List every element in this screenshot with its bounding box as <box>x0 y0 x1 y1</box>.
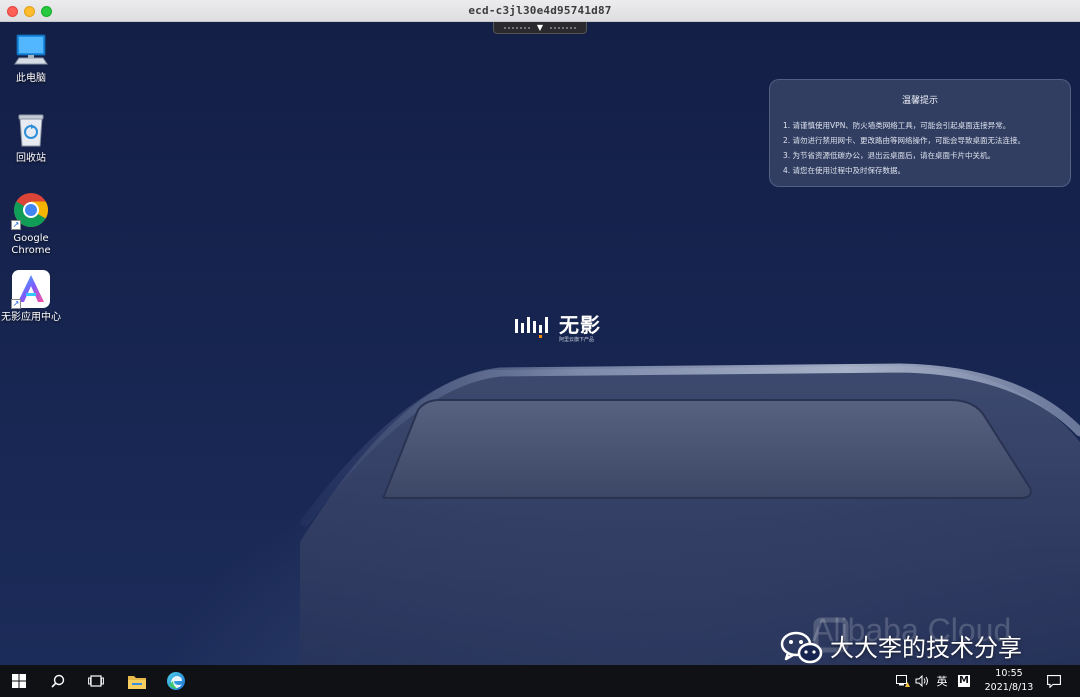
grip-dots-icon <box>549 25 578 30</box>
desktop-icon-label: Google Chrome <box>11 233 51 256</box>
edge-icon <box>167 672 185 690</box>
shortcut-arrow-icon: ↗ <box>11 220 21 230</box>
desktop-icon-label: 此电脑 <box>16 73 46 84</box>
logo-name: 无影 <box>559 313 601 337</box>
search-icon <box>51 674 65 688</box>
action-center-button[interactable] <box>1042 665 1066 697</box>
network-tray-button[interactable] <box>895 665 911 697</box>
computer-icon <box>11 30 51 70</box>
chrome-icon: ↗ <box>11 190 51 230</box>
ime-mode-button[interactable]: M <box>955 665 973 697</box>
wuying-app-center-icon: ↗ <box>11 269 51 309</box>
volume-tray-button[interactable] <box>913 665 931 697</box>
windows-start-icon <box>12 674 26 688</box>
wuying-logo: 无影 阿里云旗下产品 <box>513 313 613 345</box>
shortcut-arrow-icon: ↗ <box>11 299 21 309</box>
taskbar-search-button[interactable] <box>39 665 77 697</box>
network-warning-icon <box>896 675 910 687</box>
ime-language-button[interactable]: 英 <box>932 665 952 697</box>
window-title: ecd-c3jl30e4d95741d87 <box>468 4 612 17</box>
remote-desktop-window: ecd-c3jl30e4d95741d87 Alibaba Cloud ▼ 此电… <box>0 0 1080 697</box>
taskbar-clock[interactable]: 10:55 2021/8/13 <box>978 667 1040 695</box>
desktop-icon-recycle-bin[interactable]: 回收站 <box>0 110 62 165</box>
desktop-icon-label: 回收站 <box>16 153 46 164</box>
file-explorer-icon <box>128 675 146 689</box>
taskbar-file-explorer[interactable] <box>118 665 156 697</box>
desktop-icon-google-chrome[interactable]: ↗ Google Chrome <box>0 190 62 257</box>
desktop-icon-wuying-app-center[interactable]: ↗ 无影应用中心 <box>0 269 62 324</box>
window-titlebar[interactable]: ecd-c3jl30e4d95741d87 <box>0 0 1080 22</box>
speaker-icon <box>915 675 928 687</box>
task-view-icon <box>88 675 104 687</box>
logo-subtitle: 阿里云旗下产品 <box>559 337 595 343</box>
tips-list: 1. 请谨慎使用VPN、防火墙类网络工具，可能会引起桌面连接异常。 2. 请勿进… <box>783 118 1025 178</box>
ime-mode-label: M <box>958 675 970 687</box>
tip-item: 3. 为节省资源低碳办公，退出云桌面后，请在桌面卡片中关机。 <box>783 151 996 160</box>
remote-desktop[interactable]: Alibaba Cloud ▼ 此电脑 回收站 ↗ Google Chrome … <box>0 22 1080 665</box>
taskbar-edge[interactable] <box>157 665 195 697</box>
desktop-icon-label: 无影应用中心 <box>1 312 61 323</box>
recycle-bin-icon <box>11 110 51 150</box>
grip-dots-icon <box>502 25 531 30</box>
clock-date: 2021/8/13 <box>984 682 1034 693</box>
task-view-button[interactable] <box>77 665 115 697</box>
notification-icon <box>1047 674 1061 688</box>
tip-item: 2. 请勿进行禁用网卡、更改路由等网络操作，可能会导致桌面无法连接。 <box>783 136 1026 145</box>
desktop-icon-this-pc[interactable]: 此电脑 <box>0 30 62 85</box>
tip-item: 1. 请谨慎使用VPN、防火墙类网络工具，可能会引起桌面连接异常。 <box>783 121 1011 130</box>
clock-time: 10:55 <box>995 668 1023 679</box>
windows-start-button[interactable] <box>0 665 38 697</box>
tip-item: 4. 请您在使用过程中及时保存数据。 <box>783 166 906 175</box>
arrow-down-icon: ▼ <box>536 22 544 32</box>
tips-card: 温馨提示 1. 请谨慎使用VPN、防火墙类网络工具，可能会引起桌面连接异常。 2… <box>769 79 1071 187</box>
wuying-logo-mark-icon <box>515 317 548 338</box>
taskbar: 英 M 10:55 2021/8/13 <box>0 665 1080 697</box>
remote-toolbar-handle[interactable]: ▼ <box>493 22 587 34</box>
wechat-watermark: 大大李的技术分享 <box>780 628 1070 665</box>
wechat-icon <box>780 631 823 664</box>
tips-card-title: 温馨提示 <box>901 96 938 106</box>
watermark-text: 大大李的技术分享 <box>830 634 1022 662</box>
